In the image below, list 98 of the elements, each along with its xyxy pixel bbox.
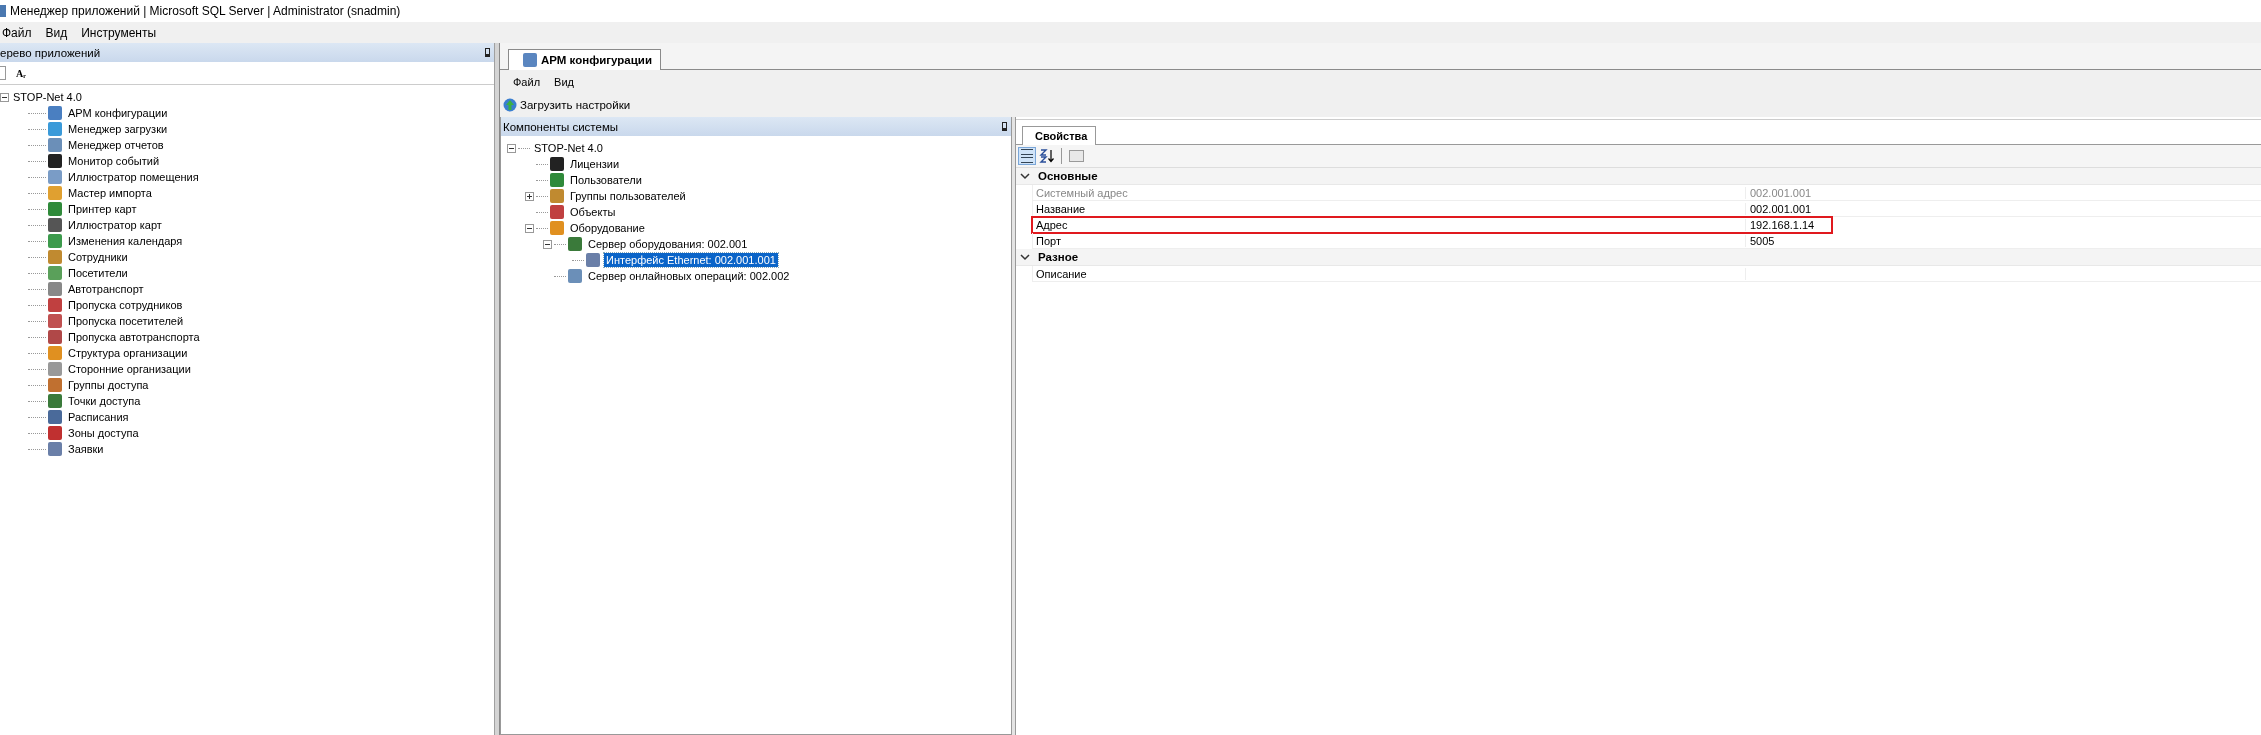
expand-toggle[interactable] <box>525 223 534 233</box>
node-icon <box>568 269 582 283</box>
tree-item[interactable]: Точки доступа <box>66 394 143 408</box>
tree-item[interactable]: Зоны доступа <box>66 426 141 440</box>
app-icon <box>48 106 62 120</box>
property-name: Адрес <box>1033 218 1746 231</box>
app-icon <box>48 170 62 184</box>
collapse-toggle[interactable] <box>0 92 9 102</box>
pin-icon[interactable] <box>1002 122 1007 131</box>
tree-item[interactable]: Группы доступа <box>66 378 151 392</box>
app-icon <box>0 5 6 17</box>
tree-item[interactable]: Сторонние организации <box>66 362 193 376</box>
property-name: Системный адрес <box>1033 186 1746 199</box>
tree-item[interactable]: Изменения календаря <box>66 234 185 248</box>
category-label: Основные <box>1038 170 1098 182</box>
node-icon <box>550 173 564 187</box>
tree-item[interactable]: Менеджер загрузки <box>66 122 170 136</box>
property-name: Описание <box>1033 267 1746 280</box>
app-icon <box>48 154 62 168</box>
tree-item[interactable]: Пропуска автотранспорта <box>66 330 202 344</box>
app-icon <box>48 122 62 136</box>
window-title: Менеджер приложений | Microsoft SQL Server | Administrator (snadmin) <box>10 4 401 18</box>
app-icon <box>48 218 62 232</box>
tree-item[interactable]: Группы пользователей <box>568 189 688 203</box>
node-icon <box>550 221 564 235</box>
category-label: Разное <box>1038 251 1079 263</box>
menu-item[interactable]: Вид <box>38 25 75 40</box>
app-icon <box>48 314 62 328</box>
expand-toggle[interactable] <box>525 191 534 201</box>
app-icon <box>48 362 62 376</box>
tree-item[interactable]: Расписания <box>66 410 131 424</box>
tree-item[interactable]: Монитор событий <box>66 154 162 168</box>
tree-item[interactable]: Сервер онлайновых операций: 002.002 <box>586 269 792 283</box>
tree-item[interactable]: Пользователи <box>568 173 644 187</box>
tree-item[interactable]: Оборудование <box>568 221 647 235</box>
chevron-icon[interactable] <box>1020 172 1030 180</box>
tree-item[interactable]: Мастер импорта <box>66 186 154 200</box>
node-icon <box>550 205 564 219</box>
expand-toggle[interactable] <box>543 239 552 249</box>
node-icon <box>550 157 564 171</box>
property-value[interactable]: 5005 <box>1746 234 1775 247</box>
tree-item[interactable]: Интерфейс Ethernet: 002.001.001 <box>604 253 778 267</box>
app-icon <box>48 394 62 408</box>
document-tab[interactable]: АРМ конфигурации <box>508 49 661 70</box>
node-icon <box>586 253 600 267</box>
tree-item[interactable]: STOP-Net 4.0 <box>11 90 84 104</box>
app-icon <box>48 426 62 440</box>
app-icon <box>48 138 62 152</box>
app-icon <box>48 234 62 248</box>
property-name: Порт <box>1033 234 1746 247</box>
tree-item[interactable]: АРМ конфигурации <box>66 106 170 120</box>
tree-item[interactable]: Иллюстратор карт <box>66 218 164 232</box>
properties-tab[interactable]: Свойства <box>1022 126 1097 145</box>
sort-button[interactable]: Aᵣ <box>14 67 28 79</box>
tree-item[interactable]: Посетители <box>66 266 130 280</box>
menu-item[interactable]: Вид <box>547 75 581 88</box>
chevron-icon[interactable] <box>1020 253 1030 261</box>
app-icon <box>48 442 62 456</box>
property-value[interactable]: 002.001.001 <box>1746 186 1812 199</box>
app-icon <box>48 186 62 200</box>
panel-title: ерево приложений <box>0 46 101 59</box>
node-icon <box>568 237 582 251</box>
tree-item[interactable]: Заявки <box>66 442 106 456</box>
globe-icon <box>503 98 517 112</box>
app-icon <box>48 346 62 360</box>
tree-item[interactable]: Лицензии <box>568 157 622 171</box>
load-settings-button[interactable]: Загрузить настройки <box>500 98 634 112</box>
property-value[interactable]: 192.168.1.14 <box>1746 218 1815 231</box>
app-icon <box>48 330 62 344</box>
app-icon <box>48 250 62 264</box>
tree-item[interactable]: Принтер карт <box>66 202 139 216</box>
app-icon <box>48 202 62 216</box>
sort-alphabetical-icon[interactable] <box>1038 147 1056 165</box>
property-name: Название <box>1033 202 1746 215</box>
app-icon <box>48 282 62 296</box>
panel-title: Компоненты системы <box>503 120 619 133</box>
app-icon <box>48 410 62 424</box>
app-icon <box>48 298 62 312</box>
menu-item[interactable]: Инструменты <box>74 25 164 40</box>
menu-item[interactable]: Файл <box>0 25 39 40</box>
tree-item[interactable]: Объекты <box>568 205 618 219</box>
tree-item[interactable]: STOP-Net 4.0 <box>532 141 605 155</box>
categorized-icon[interactable] <box>1018 147 1036 165</box>
tree-item[interactable]: Сотрудники <box>66 250 130 264</box>
pin-icon[interactable] <box>485 48 490 57</box>
expand-toggle[interactable] <box>507 143 516 153</box>
tree-item[interactable]: Иллюстратор помещения <box>66 170 201 184</box>
app-icon <box>48 266 62 280</box>
tree-item[interactable]: Пропуска сотрудников <box>66 298 185 312</box>
property-value[interactable]: 002.001.001 <box>1746 202 1812 215</box>
tree-item[interactable]: Сервер оборудования: 002.001 <box>586 237 750 251</box>
menu-item[interactable]: Файл <box>506 75 548 88</box>
tree-item[interactable]: Пропуска посетителей <box>66 314 186 328</box>
node-icon <box>550 189 564 203</box>
app-icon <box>48 378 62 392</box>
tree-item[interactable]: Менеджер отчетов <box>66 138 166 152</box>
tree-item[interactable]: Автотранспорт <box>66 282 146 296</box>
tree-item[interactable]: Структура организации <box>66 346 190 360</box>
